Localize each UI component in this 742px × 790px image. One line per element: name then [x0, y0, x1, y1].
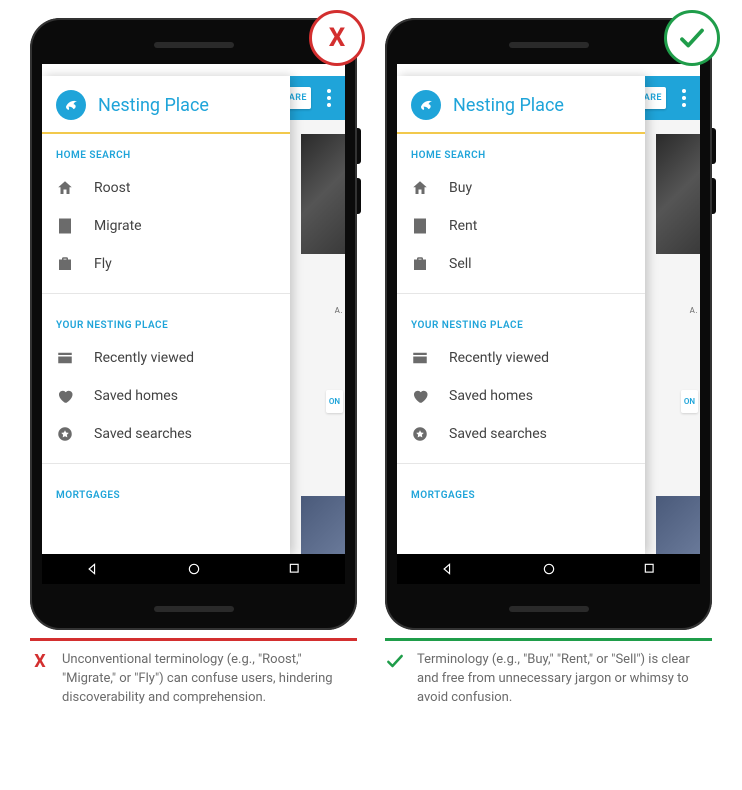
listing-photo: [301, 134, 345, 254]
nav-label: Recently viewed: [449, 350, 549, 366]
do-badge: [664, 10, 720, 66]
briefcase-icon: [56, 255, 74, 273]
section-label-mortgages: MORTGAGES: [42, 474, 290, 509]
navigation-drawer: Nesting Place HOME SEARCH Buy Rent Sel: [397, 76, 645, 554]
nav-label: Roost: [94, 180, 130, 196]
caption-text: Unconventional terminology (e.g., "Roost…: [62, 651, 357, 708]
action-button[interactable]: ON: [681, 390, 698, 413]
back-icon[interactable]: [86, 562, 100, 576]
building-icon: [411, 217, 429, 235]
home-nav-icon[interactable]: [542, 562, 556, 576]
check-icon: [677, 23, 707, 53]
recents-icon[interactable]: [288, 562, 302, 576]
listing-photo: [301, 496, 345, 556]
status-bar: [397, 64, 700, 76]
home-nav-icon[interactable]: [187, 562, 201, 576]
speaker-icon: [154, 42, 234, 48]
volume-up-button: [712, 128, 716, 164]
overflow-menu-icon[interactable]: [319, 76, 339, 120]
dont-badge: X: [309, 10, 365, 66]
do-caption: Terminology (e.g., "Buy," "Rent," or "Se…: [385, 641, 712, 708]
nav-item-saved-searches[interactable]: Saved searches: [42, 415, 290, 453]
app-logo-icon: [411, 90, 441, 120]
nav-label: Migrate: [94, 218, 142, 234]
android-nav-bar: [42, 554, 345, 584]
home-icon: [411, 179, 429, 197]
divider: [42, 463, 290, 464]
x-icon: X: [30, 651, 50, 671]
recents-icon[interactable]: [643, 562, 657, 576]
nav-label: Buy: [449, 180, 472, 196]
nav-label: Rent: [449, 218, 477, 234]
overflow-menu-icon[interactable]: [674, 76, 694, 120]
nav-label: Saved homes: [449, 388, 533, 404]
drawer-header: Nesting Place: [42, 76, 290, 132]
back-icon[interactable]: [441, 562, 455, 576]
star-icon: [411, 425, 429, 443]
nav-item-sell[interactable]: Sell: [397, 245, 645, 283]
check-icon: [385, 651, 405, 671]
card-icon: [56, 349, 74, 367]
heart-icon: [56, 387, 74, 405]
section-label-your-place: YOUR NESTING PLACE: [42, 304, 290, 339]
caption-text: Terminology (e.g., "Buy," "Rent," or "Se…: [417, 651, 712, 708]
dont-caption: X Unconventional terminology (e.g., "Roo…: [30, 641, 357, 708]
nav-item-saved-homes[interactable]: Saved homes: [397, 377, 645, 415]
action-button[interactable]: ON: [326, 390, 343, 413]
listing-photo: [656, 496, 700, 556]
listing-text: A.: [335, 306, 343, 315]
phone-frame: ARE A. ON Nesting Place HOME SEARCH: [385, 18, 712, 630]
status-bar: [42, 64, 345, 76]
nav-item-fly[interactable]: Fly: [42, 245, 290, 283]
x-icon: X: [329, 23, 346, 53]
phone-frame: ARE A. ON Nesting Place HOME SEARCH: [30, 18, 357, 630]
drawer-header: Nesting Place: [397, 76, 645, 132]
nav-item-roost[interactable]: Roost: [42, 169, 290, 207]
listing-text: A.: [690, 306, 698, 315]
app-title: Nesting Place: [98, 95, 209, 116]
nav-label: Saved searches: [94, 426, 192, 442]
nav-label: Fly: [94, 256, 112, 272]
section-label-mortgages: MORTGAGES: [397, 474, 645, 509]
speaker-icon: [154, 606, 234, 612]
do-example: ARE A. ON Nesting Place HOME SEARCH: [385, 18, 712, 766]
dont-example: X ARE A. ON: [30, 18, 357, 766]
section-label-your-place: YOUR NESTING PLACE: [397, 304, 645, 339]
volume-down-button: [357, 178, 361, 214]
navigation-drawer: Nesting Place HOME SEARCH Roost Migrate: [42, 76, 290, 554]
nav-label: Saved searches: [449, 426, 547, 442]
app-logo-icon: [56, 90, 86, 120]
nav-item-saved-homes[interactable]: Saved homes: [42, 377, 290, 415]
listing-photo: [656, 134, 700, 254]
speaker-icon: [509, 42, 589, 48]
nav-label: Sell: [449, 256, 472, 272]
section-label-home-search: HOME SEARCH: [397, 134, 645, 169]
card-icon: [411, 349, 429, 367]
volume-down-button: [712, 178, 716, 214]
divider: [397, 293, 645, 294]
star-icon: [56, 425, 74, 443]
nav-item-rent[interactable]: Rent: [397, 207, 645, 245]
nav-item-buy[interactable]: Buy: [397, 169, 645, 207]
divider: [42, 293, 290, 294]
android-nav-bar: [397, 554, 700, 584]
building-icon: [56, 217, 74, 235]
home-icon: [56, 179, 74, 197]
nav-item-migrate[interactable]: Migrate: [42, 207, 290, 245]
nav-label: Recently viewed: [94, 350, 194, 366]
speaker-icon: [509, 606, 589, 612]
screen: ARE A. ON Nesting Place HOME SEARCH: [42, 64, 345, 584]
app-title: Nesting Place: [453, 95, 564, 116]
nav-item-saved-searches[interactable]: Saved searches: [397, 415, 645, 453]
nav-item-recently-viewed[interactable]: Recently viewed: [42, 339, 290, 377]
nav-label: Saved homes: [94, 388, 178, 404]
nav-item-recently-viewed[interactable]: Recently viewed: [397, 339, 645, 377]
heart-icon: [411, 387, 429, 405]
section-label-home-search: HOME SEARCH: [42, 134, 290, 169]
screen: ARE A. ON Nesting Place HOME SEARCH: [397, 64, 700, 584]
briefcase-icon: [411, 255, 429, 273]
volume-up-button: [357, 128, 361, 164]
divider: [397, 463, 645, 464]
